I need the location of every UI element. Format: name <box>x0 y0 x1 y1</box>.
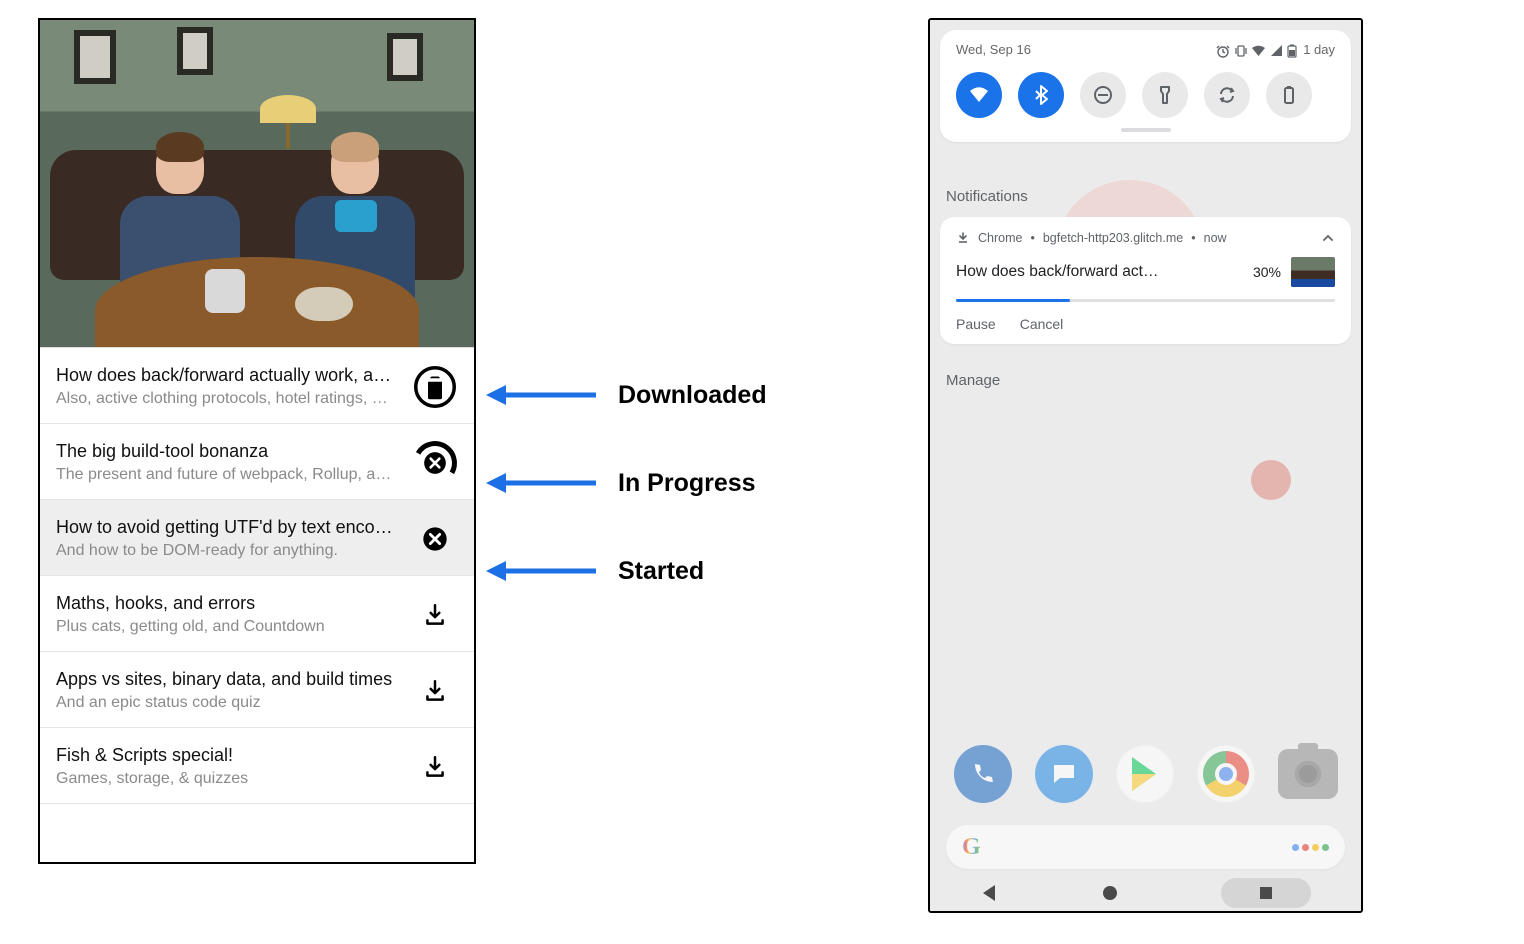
download-icon[interactable] <box>422 754 448 780</box>
vibrate-icon <box>1234 44 1248 58</box>
notification-pause-button[interactable]: Pause <box>956 316 996 332</box>
nav-back-button[interactable] <box>980 883 1000 903</box>
annotation-label: Started <box>618 557 704 586</box>
episode-action[interactable] <box>412 754 458 780</box>
status-bar: Wed, Sep 16 1 day <box>956 42 1335 58</box>
episode-subtitle: Plus cats, getting old, and Countdown <box>56 618 325 636</box>
google-logo-icon: G <box>962 834 981 861</box>
alarm-icon <box>1216 44 1230 58</box>
episode-hero-image <box>40 20 474 348</box>
play-store-app-icon[interactable] <box>1116 745 1174 803</box>
episode-row[interactable]: How does back/forward actually work, an…… <box>40 348 474 424</box>
download-icon[interactable] <box>422 602 448 628</box>
episode-title: How does back/forward actually work, an… <box>56 365 396 386</box>
qs-autorotate-toggle[interactable] <box>1204 72 1250 118</box>
episode-action[interactable] <box>412 678 458 704</box>
notification-thumbnail: HTTP 203 <box>1291 257 1335 287</box>
notification-shade: Notifications Chrome • bgfetch-http203.g… <box>940 178 1351 401</box>
status-battery-text: 1 day <box>1303 42 1335 57</box>
episode-title: Maths, hooks, and errors <box>56 593 325 614</box>
notification-header: Chrome • bgfetch-http203.glitch.me • now <box>956 231 1335 245</box>
notification-percent: 30% <box>1253 264 1281 280</box>
episode-title: How to avoid getting UTF'd by text encod… <box>56 517 396 538</box>
panel-drag-handle[interactable] <box>1121 128 1171 132</box>
episode-list: How does back/forward actually work, an…… <box>40 348 474 804</box>
chrome-app-icon[interactable] <box>1197 745 1255 803</box>
annotation-in-progress: In Progress <box>486 466 756 500</box>
episode-row[interactable]: How to avoid getting UTF'd by text encod… <box>40 500 474 576</box>
notification-source: bgfetch-http203.glitch.me <box>1043 231 1183 245</box>
notification-time: now <box>1204 231 1227 245</box>
episode-row[interactable]: Fish & Scripts special! Games, storage, &… <box>40 728 474 804</box>
nav-home-button[interactable] <box>1100 883 1120 903</box>
episode-subtitle: Games, storage, & quizzes <box>56 770 248 788</box>
episode-subtitle: And how to be DOM-ready for anything. <box>56 542 396 560</box>
annotation-started: Started <box>486 554 704 588</box>
episode-subtitle: The present and future of webpack, Rollu… <box>56 466 396 484</box>
episode-subtitle: And an epic status code quiz <box>56 694 392 712</box>
arrow-icon <box>486 466 596 500</box>
episode-action[interactable] <box>412 602 458 628</box>
autorotate-icon <box>1216 84 1238 106</box>
flashlight-icon <box>1154 84 1176 106</box>
annotation-label: In Progress <box>618 469 756 498</box>
download-progress-icon[interactable] <box>416 444 454 482</box>
qs-bluetooth-toggle[interactable] <box>1018 72 1064 118</box>
episode-title: Apps vs sites, binary data, and build ti… <box>56 669 392 690</box>
messages-app-icon[interactable] <box>1035 745 1093 803</box>
wifi-icon <box>968 84 990 106</box>
system-navigation-bar <box>930 875 1361 911</box>
qs-flashlight-toggle[interactable] <box>1142 72 1188 118</box>
arrow-icon <box>486 378 596 412</box>
download-icon <box>956 231 970 245</box>
notifications-heading: Notifications <box>940 178 1351 217</box>
qs-battery-saver-toggle[interactable] <box>1266 72 1312 118</box>
wifi-icon <box>1251 44 1266 58</box>
signal-icon <box>1270 44 1283 58</box>
episode-subtitle: Also, active clothing protocols, hotel r… <box>56 390 396 408</box>
episode-action[interactable] <box>412 525 458 553</box>
assistant-icon[interactable] <box>1292 844 1329 851</box>
notification-app-name: Chrome <box>978 231 1022 245</box>
status-date: Wed, Sep 16 <box>956 42 1031 57</box>
episode-action[interactable] <box>412 366 458 408</box>
episode-title: Fish & Scripts special! <box>56 745 248 766</box>
episode-row[interactable]: Apps vs sites, binary data, and build ti… <box>40 652 474 728</box>
nav-recents-button[interactable] <box>1221 878 1311 908</box>
manage-notifications-button[interactable]: Manage <box>940 362 1351 401</box>
arrow-icon <box>486 554 596 588</box>
download-notification[interactable]: Chrome • bgfetch-http203.glitch.me • now… <box>940 217 1351 344</box>
quick-settings-toggles <box>956 72 1335 118</box>
podcast-app-screen: How does back/forward actually work, an…… <box>38 18 476 864</box>
annotation-label: Downloaded <box>618 381 767 410</box>
battery-icon <box>1287 44 1297 58</box>
notification-cancel-button[interactable]: Cancel <box>1020 316 1064 332</box>
qs-dnd-toggle[interactable] <box>1080 72 1126 118</box>
android-phone-screen: Wed, Sep 16 1 day Notifications Chrome •… <box>928 18 1363 913</box>
notification-progress-bar <box>956 299 1335 302</box>
cancel-download-icon[interactable] <box>421 525 449 553</box>
status-icons: 1 day <box>1216 42 1335 58</box>
annotation-downloaded: Downloaded <box>486 378 767 412</box>
bluetooth-icon <box>1030 84 1052 106</box>
delete-download-icon[interactable] <box>414 366 456 408</box>
home-dock <box>930 729 1361 819</box>
phone-app-icon[interactable] <box>954 745 1012 803</box>
quick-settings-panel: Wed, Sep 16 1 day <box>940 30 1351 142</box>
battery-saver-icon <box>1278 84 1300 106</box>
dnd-icon <box>1092 84 1114 106</box>
chevron-up-icon[interactable] <box>1321 231 1335 245</box>
camera-app-icon[interactable] <box>1278 749 1338 799</box>
download-icon[interactable] <box>422 678 448 704</box>
qs-wifi-toggle[interactable] <box>956 72 1002 118</box>
episode-title: The big build-tool bonanza <box>56 441 396 462</box>
episode-action[interactable] <box>412 444 458 482</box>
notification-title: How does back/forward act… <box>956 263 1243 281</box>
episode-row[interactable]: The big build-tool bonanza The present an… <box>40 424 474 500</box>
google-search-bar[interactable]: G <box>946 825 1345 869</box>
episode-row[interactable]: Maths, hooks, and errors Plus cats, getti… <box>40 576 474 652</box>
